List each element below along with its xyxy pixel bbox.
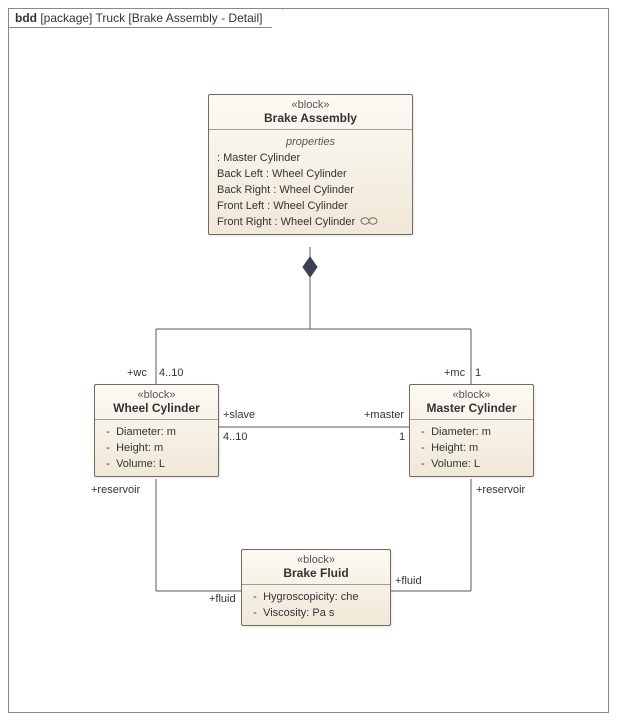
diagram-frame: bdd [package] Truck [Brake Assembly - De… — [8, 8, 609, 713]
property-row: Back Right : Wheel Cylinder — [217, 182, 404, 198]
visibility: - — [103, 440, 113, 456]
attributes-compartment: - Hygroscopicity: che - Viscosity: Pa s — [242, 585, 390, 625]
frame-title: Truck [Brake Assembly - Detail] — [96, 11, 263, 25]
frame-scope: [package] — [40, 11, 92, 25]
attribute-text: Height: m — [116, 442, 163, 454]
attribute-text: Volume: L — [116, 458, 165, 470]
mult-mc: 1 — [475, 367, 481, 379]
block-header: «block» Wheel Cylinder — [95, 385, 218, 420]
attribute-row: - Volume: L — [418, 456, 525, 472]
attribute-row: - Volume: L — [103, 456, 210, 472]
visibility: - — [418, 456, 428, 472]
property-row: Front Left : Wheel Cylinder — [217, 198, 404, 214]
block-name: Master Cylinder — [416, 401, 527, 415]
mult-slave: 4..10 — [223, 431, 247, 443]
attribute-row: - Height: m — [418, 440, 525, 456]
visibility: - — [103, 424, 113, 440]
property-row: Front Right : Wheel Cylinder — [217, 214, 404, 230]
attribute-text: Viscosity: Pa s — [263, 607, 334, 619]
frame-tab: bdd [package] Truck [Brake Assembly - De… — [8, 8, 283, 28]
attribute-text: Volume: L — [431, 458, 480, 470]
role-master: +master — [364, 409, 404, 421]
block-master-cylinder[interactable]: «block» Master Cylinder - Diameter: m - … — [409, 384, 534, 477]
block-header: «block» Brake Assembly — [209, 95, 412, 130]
role-slave: +slave — [223, 409, 255, 421]
visibility: - — [418, 440, 428, 456]
role-fluid-right: +fluid — [395, 575, 422, 587]
block-brake-assembly[interactable]: «block» Brake Assembly properties : Mast… — [208, 94, 413, 235]
block-name: Brake Assembly — [215, 111, 406, 125]
role-reservoir-right: +reservoir — [476, 484, 525, 496]
property-row: Back Left : Wheel Cylinder — [217, 166, 404, 182]
role-reservoir-left: +reservoir — [91, 484, 140, 496]
visibility: - — [250, 589, 260, 605]
stereotype: «block» — [101, 389, 212, 401]
compartment-title: properties — [217, 134, 404, 150]
block-wheel-cylinder[interactable]: «block» Wheel Cylinder - Diameter: m - H… — [94, 384, 219, 477]
attribute-text: Diameter: m — [431, 426, 491, 438]
attribute-row: - Viscosity: Pa s — [250, 605, 382, 621]
properties-compartment: properties : Master Cylinder Back Left :… — [209, 130, 412, 234]
role-mc: +mc — [444, 367, 465, 379]
role-fluid-left: +fluid — [209, 593, 236, 605]
attribute-row: - Diameter: m — [418, 424, 525, 440]
attributes-compartment: - Diameter: m - Height: m - Volume: L — [410, 420, 533, 476]
attribute-row: - Height: m — [103, 440, 210, 456]
block-name: Brake Fluid — [248, 566, 384, 580]
attribute-row: - Diameter: m — [103, 424, 210, 440]
mult-wc: 4..10 — [159, 367, 183, 379]
property-row: : Master Cylinder — [217, 150, 404, 166]
link-icon — [360, 214, 378, 230]
attribute-row: - Hygroscopicity: che — [250, 589, 382, 605]
block-name: Wheel Cylinder — [101, 401, 212, 415]
mult-master: 1 — [399, 431, 405, 443]
visibility: - — [103, 456, 113, 472]
frame-kind: bdd — [15, 11, 37, 25]
block-brake-fluid[interactable]: «block» Brake Fluid - Hygroscopicity: ch… — [241, 549, 391, 626]
block-header: «block» Brake Fluid — [242, 550, 390, 585]
attribute-text: Diameter: m — [116, 426, 176, 438]
attribute-text: Height: m — [431, 442, 478, 454]
attribute-text: Hygroscopicity: che — [263, 591, 358, 603]
attributes-compartment: - Diameter: m - Height: m - Volume: L — [95, 420, 218, 476]
stereotype: «block» — [416, 389, 527, 401]
property-text: Front Right : Wheel Cylinder — [217, 216, 355, 228]
visibility: - — [250, 605, 260, 621]
block-header: «block» Master Cylinder — [410, 385, 533, 420]
role-wc: +wc — [127, 367, 147, 379]
stereotype: «block» — [215, 99, 406, 111]
stereotype: «block» — [248, 554, 384, 566]
visibility: - — [418, 424, 428, 440]
